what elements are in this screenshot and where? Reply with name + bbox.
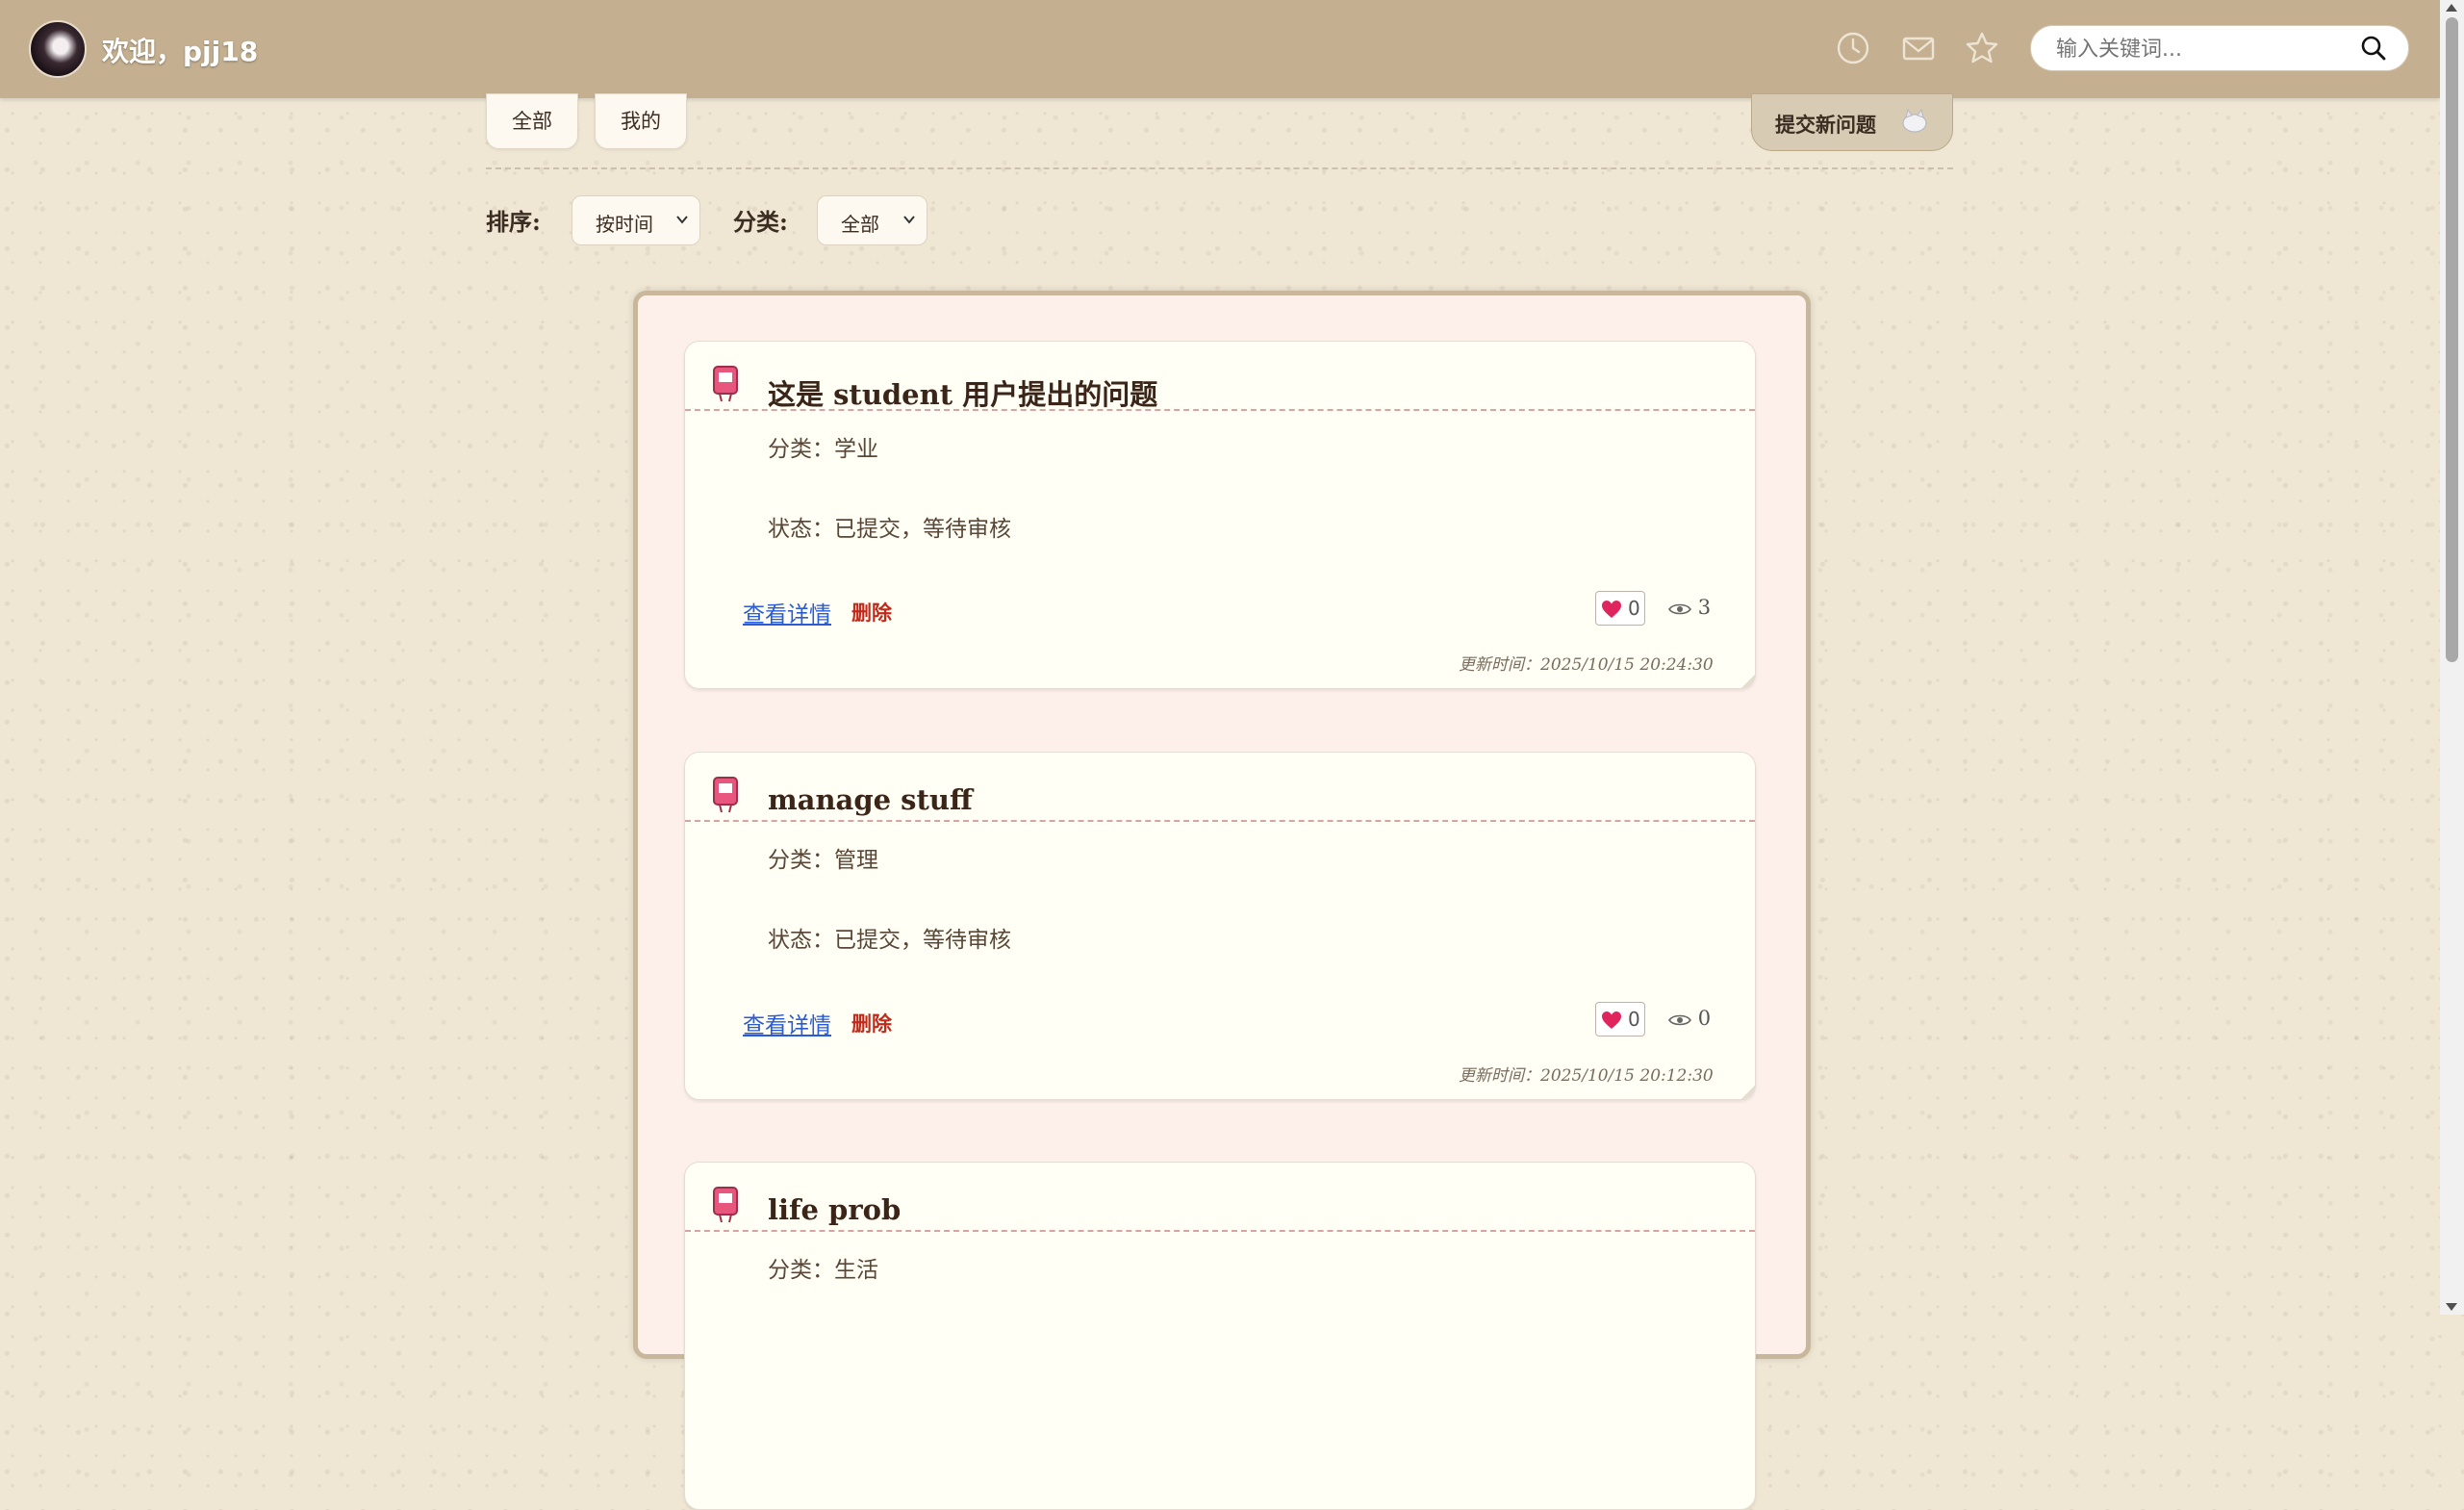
- user-avatar[interactable]: [29, 20, 87, 78]
- question-title: manage stuff: [768, 783, 973, 816]
- like-count: 0: [1628, 597, 1640, 620]
- question-status: 状态：已提交，等待审核: [768, 517, 1011, 542]
- category-label: 分类:: [733, 208, 788, 236]
- sort-select[interactable]: 按时间: [572, 195, 700, 245]
- question-category: 分类：学业: [768, 437, 878, 462]
- question-title: life prob: [768, 1193, 902, 1226]
- divider: [486, 167, 1953, 169]
- tab-mine[interactable]: 我的: [595, 93, 687, 149]
- question-title: 这是 student 用户提出的问题: [768, 378, 1158, 411]
- scroll-up-arrow[interactable]: [2446, 4, 2457, 12]
- category-value: 全部: [841, 213, 879, 236]
- delete-button[interactable]: 删除: [851, 598, 892, 627]
- question-card: life prob 分类：生活: [684, 1162, 1756, 1510]
- title-divider: [685, 409, 1755, 411]
- question-tag-icon: [713, 777, 738, 813]
- submit-question-label: 提交新问题: [1775, 114, 1876, 137]
- submit-question-button[interactable]: 提交新问题: [1751, 93, 1953, 151]
- view-count-group: 3: [1668, 596, 1711, 619]
- question-status: 状态：已提交，等待审核: [768, 928, 1011, 953]
- question-card: manage stuff 分类：管理 状态：已提交，等待审核 查看详情 删除 0…: [684, 752, 1756, 1100]
- chevron-down-icon: [676, 216, 688, 224]
- updated-time: 更新时间：2025/10/15 20:24:30: [1459, 655, 1714, 675]
- category-select[interactable]: 全部: [817, 195, 927, 245]
- eye-icon: [1668, 1014, 1691, 1025]
- sort-value: 按时间: [596, 213, 653, 236]
- view-details-link[interactable]: 查看详情: [743, 596, 831, 628]
- title-divider: [685, 820, 1755, 822]
- welcome-text: 欢迎，pjj18: [102, 36, 259, 67]
- view-count: 3: [1697, 596, 1712, 619]
- mail-icon[interactable]: [1899, 29, 1938, 67]
- question-tag-icon: [713, 1187, 738, 1223]
- sort-label: 排序:: [486, 208, 541, 236]
- search-box: [2030, 25, 2409, 71]
- like-button[interactable]: 0: [1595, 591, 1645, 626]
- view-details-link[interactable]: 查看详情: [743, 1007, 831, 1039]
- question-category: 分类：生活: [768, 1258, 878, 1283]
- search-icon[interactable]: [2360, 35, 2387, 62]
- like-button[interactable]: 0: [1595, 1002, 1645, 1037]
- question-card: 这是 student 用户提出的问题 分类：学业 状态：已提交，等待审核 查看详…: [684, 341, 1756, 689]
- scroll-thumb[interactable]: [2446, 17, 2458, 662]
- title-divider: [685, 1230, 1755, 1232]
- view-count-group: 0: [1668, 1007, 1711, 1030]
- eye-icon: [1668, 603, 1691, 614]
- delete-button[interactable]: 删除: [851, 1009, 892, 1037]
- chevron-down-icon: [903, 216, 915, 224]
- like-count: 0: [1628, 1008, 1640, 1031]
- cat-sticker-icon: [1902, 108, 1927, 133]
- page-scrollbar[interactable]: [2440, 0, 2464, 1315]
- updated-time: 更新时间：2025/10/15 20:12:30: [1459, 1066, 1714, 1086]
- scroll-down-arrow[interactable]: [2446, 1303, 2457, 1311]
- tab-all[interactable]: 全部: [486, 93, 578, 149]
- search-input[interactable]: [2054, 34, 2347, 64]
- question-tag-icon: [713, 366, 738, 402]
- heart-icon: [1602, 1011, 1621, 1029]
- top-bar: 欢迎，pjj18: [0, 0, 2440, 98]
- view-count: 0: [1697, 1007, 1712, 1030]
- heart-icon: [1602, 601, 1621, 618]
- question-category: 分类：管理: [768, 848, 878, 873]
- history-icon[interactable]: [1834, 29, 1872, 67]
- star-icon[interactable]: [1963, 29, 2001, 67]
